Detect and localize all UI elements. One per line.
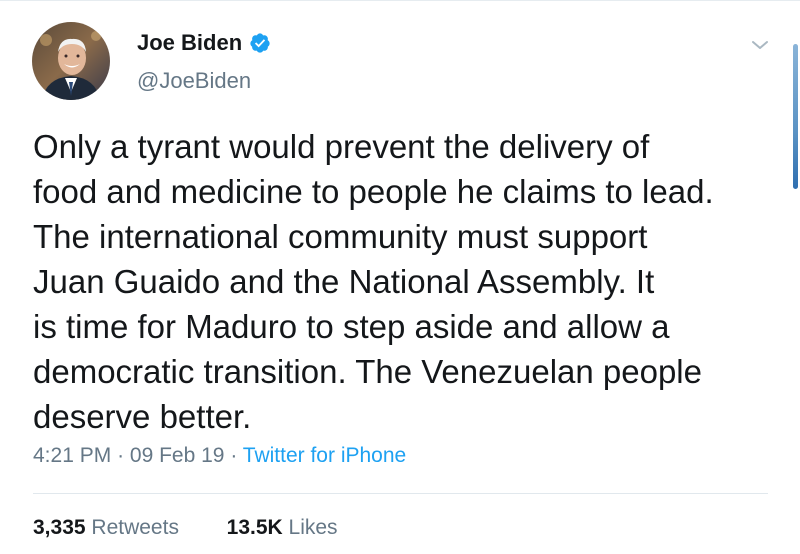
top-divider — [0, 0, 800, 1]
meta-separator: · — [117, 444, 125, 467]
tweet-date: 09 Feb 19 — [129, 444, 225, 467]
stats-divider — [33, 493, 768, 494]
chevron-down-icon[interactable] — [750, 38, 770, 52]
likes-count: 13.5K — [226, 516, 283, 539]
tweet-text: Only a tyrant would prevent the delivery… — [33, 128, 714, 435]
likes-label: Likes — [288, 516, 338, 539]
avatar-image — [32, 22, 110, 100]
tweet-meta: 4:21 PM · 09 Feb 19 · Twitter for iPhone — [33, 444, 406, 468]
author-name-row[interactable]: Joe Biden — [137, 30, 271, 56]
scrollbar[interactable] — [793, 44, 798, 189]
tweet-stats: 3,335 Retweets 13.5K Likes — [33, 516, 338, 540]
tweet-time: 4:21 PM — [33, 444, 112, 467]
likes-stat[interactable]: 13.5K Likes — [227, 516, 338, 539]
author-name[interactable]: Joe Biden — [137, 30, 242, 56]
retweets-stat[interactable]: 3,335 Retweets — [33, 516, 185, 539]
tweet-source-link[interactable]: Twitter for iPhone — [243, 444, 406, 467]
author-handle[interactable]: @JoeBiden — [137, 68, 251, 94]
avatar[interactable] — [32, 22, 110, 100]
meta-separator: · — [230, 444, 238, 467]
verified-badge-icon — [249, 32, 271, 54]
retweets-label: Retweets — [91, 516, 179, 539]
retweets-count: 3,335 — [33, 516, 86, 539]
